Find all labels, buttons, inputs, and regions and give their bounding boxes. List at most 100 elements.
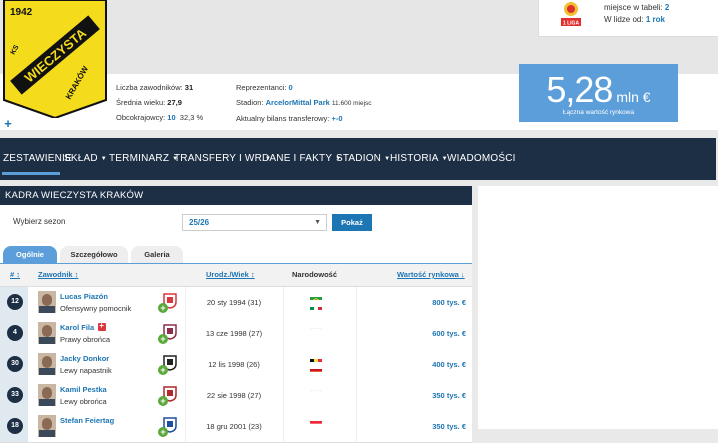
injury-icon [98,323,106,331]
column-divider [283,380,284,411]
table-position-value[interactable]: 2 [665,3,669,12]
joined-icon: + [158,365,168,375]
column-divider [356,318,357,349]
player-name[interactable]: Kamil Pestka [60,385,107,394]
nav-item-facts[interactable]: DANE I FAKTY▼ [262,153,341,164]
market-value-caption: Łączna wartość rynkowa [519,109,678,116]
foreigners-value[interactable]: 10 [167,113,175,122]
stadium-seats: 11.600 miejsc [332,100,372,107]
market-value-box[interactable]: 5,28 mln € Łączna wartość rynkowa [519,64,678,122]
player-birth-date: 12 lis 1998 (26) [185,349,283,380]
league-stats: miejsce w tabeli: 2 W lidze od: 1 rok [604,2,669,26]
add-icon[interactable]: + [2,118,14,130]
club-navigation: ZESTAWIENIE SKŁAD▼ TERMINARZ▼ TRANSFERY … [0,138,716,180]
stadium-link[interactable]: ArcelorMittal Park [266,98,330,107]
transfer-balance-label: Aktualny bilans transferowy: [236,114,329,123]
nav-item-history[interactable]: HISTORIA▼ [390,153,448,164]
shirt-number: 30 [7,356,23,372]
player-market-value[interactable]: 350 tys. € [432,411,466,442]
league-since-label: W lidze od: [604,15,644,24]
player-market-value[interactable]: 600 tys. € [432,318,466,349]
column-divider [185,380,186,411]
column-divider [283,411,284,442]
player-photo[interactable] [38,322,56,344]
nav-item-transfers[interactable]: TRANSFERY I WR▼ [174,153,271,164]
nav-item-news[interactable]: WIADOMOŚCI [447,153,516,164]
player-position: Lewy obrońca [60,397,107,406]
player-photo[interactable] [38,353,56,375]
squad-panel: KADRA WIECZYSTA KRAKÓW Wybierz sezon 25/… [0,186,472,429]
squad-panel-title: KADRA WIECZYSTA KRAKÓW [0,186,472,205]
tab-overview[interactable]: Ogólnie [3,246,57,264]
column-divider [283,318,284,349]
player-name[interactable]: Karol Fila [60,323,106,332]
table-position-label: miejsce w tabeli: [604,3,663,12]
flag-ghana-icon [310,364,322,372]
shirt-number-cell: 12 [0,287,28,318]
table-row[interactable]: 30 Jacky Donkor Lewy napastnik +12 lis 1998… [0,349,472,381]
player-name[interactable]: Lucas Piazón [60,292,108,301]
nav-item-fixtures[interactable]: TERMINARZ▼ [109,153,178,164]
table-row[interactable]: 18Stefan Feiertag+18 gru 2001 (23)350 ty… [0,411,472,443]
nav-item-squad[interactable]: SKŁAD▼ [64,153,107,164]
league-logo[interactable]: 1 LIGA [547,0,595,28]
nav-active-indicator [2,172,60,175]
player-market-value[interactable]: 800 tys. € [432,287,466,318]
club-stats: Reprezentanci: 0 Stadion: ArcelorMittal … [236,80,372,126]
player-birth-date: 20 sty 1994 (31) [185,287,283,318]
national-players-value[interactable]: 0 [289,83,293,92]
players-count-label: Liczba zawodników: [116,83,183,92]
flag-brazil-icon [310,292,322,300]
nationality-flags [310,323,322,333]
player-name[interactable]: Stefan Feiertag [60,416,114,425]
column-divider [356,411,357,442]
column-divider [185,318,186,349]
player-birth-date: 18 gru 2001 (23) [185,411,283,442]
table-header: # ↕ Zawodnik ↕ Urodz./Wiek ↕ Narodowość … [0,264,472,287]
shirt-number-cell: 33 [0,380,28,411]
chevron-down-icon: ▼ [314,215,321,230]
header-dob[interactable]: Urodz./Wiek ↕ [206,264,255,286]
column-divider [356,380,357,411]
shirt-number-cell: 18 [0,411,28,442]
joined-icon: + [158,396,168,406]
column-divider [185,349,186,380]
tab-gallery[interactable]: Galeria [131,246,183,264]
shirt-number: 33 [7,387,23,403]
player-name[interactable]: Jacky Donkor [60,354,109,363]
player-position: Prawy obrońca [60,335,110,344]
header-number[interactable]: # ↕ [10,264,20,286]
shirt-number: 4 [7,325,23,341]
player-market-value[interactable]: 400 tys. € [432,349,466,380]
foreigners-percent: 32,3 % [180,113,203,122]
player-market-value[interactable]: 350 tys. € [432,380,466,411]
player-photo[interactable] [38,384,56,406]
league-since-value[interactable]: 1 rok [646,15,665,24]
header-market-value[interactable]: Wartość rynkowa ↓ [397,264,465,286]
player-photo[interactable] [38,415,56,437]
header-player[interactable]: Zawodnik ↕ [38,264,78,286]
player-photo[interactable] [38,291,56,313]
national-players-label: Reprezentanci: [236,83,286,92]
nav-item-stadium[interactable]: STADION▼ [336,153,390,164]
table-row[interactable]: 4Karol FilaPrawy obrońca+13 cze 1998 (27… [0,318,472,350]
svg-text:1942: 1942 [10,7,33,18]
season-label: Wybierz sezon [13,217,65,226]
season-select[interactable]: 25/26▼ [182,214,327,231]
joined-icon: + [158,334,168,344]
nationality-flags [310,385,322,395]
sidebar-panel [478,186,718,429]
nationality-flags [310,354,322,374]
tab-detailed[interactable]: Szczegółowo [60,246,128,264]
nav-item-overview[interactable]: ZESTAWIENIE [3,153,72,164]
column-divider [283,287,284,318]
player-position: Lewy napastnik [60,366,112,375]
transfer-balance-value[interactable]: +-0 [331,114,342,123]
table-row[interactable]: 33Kamil PestkaLewy obrońca+22 sie 1998 (… [0,380,472,412]
column-divider [185,287,186,318]
show-button[interactable]: Pokaż [332,214,372,231]
shirt-number-cell: 30 [0,349,28,380]
shirt-number: 12 [7,294,23,310]
table-row[interactable]: 12Lucas PiazónOfensywny pomocnik+20 sty … [0,287,472,319]
shirt-number-cell: 4 [0,318,28,349]
